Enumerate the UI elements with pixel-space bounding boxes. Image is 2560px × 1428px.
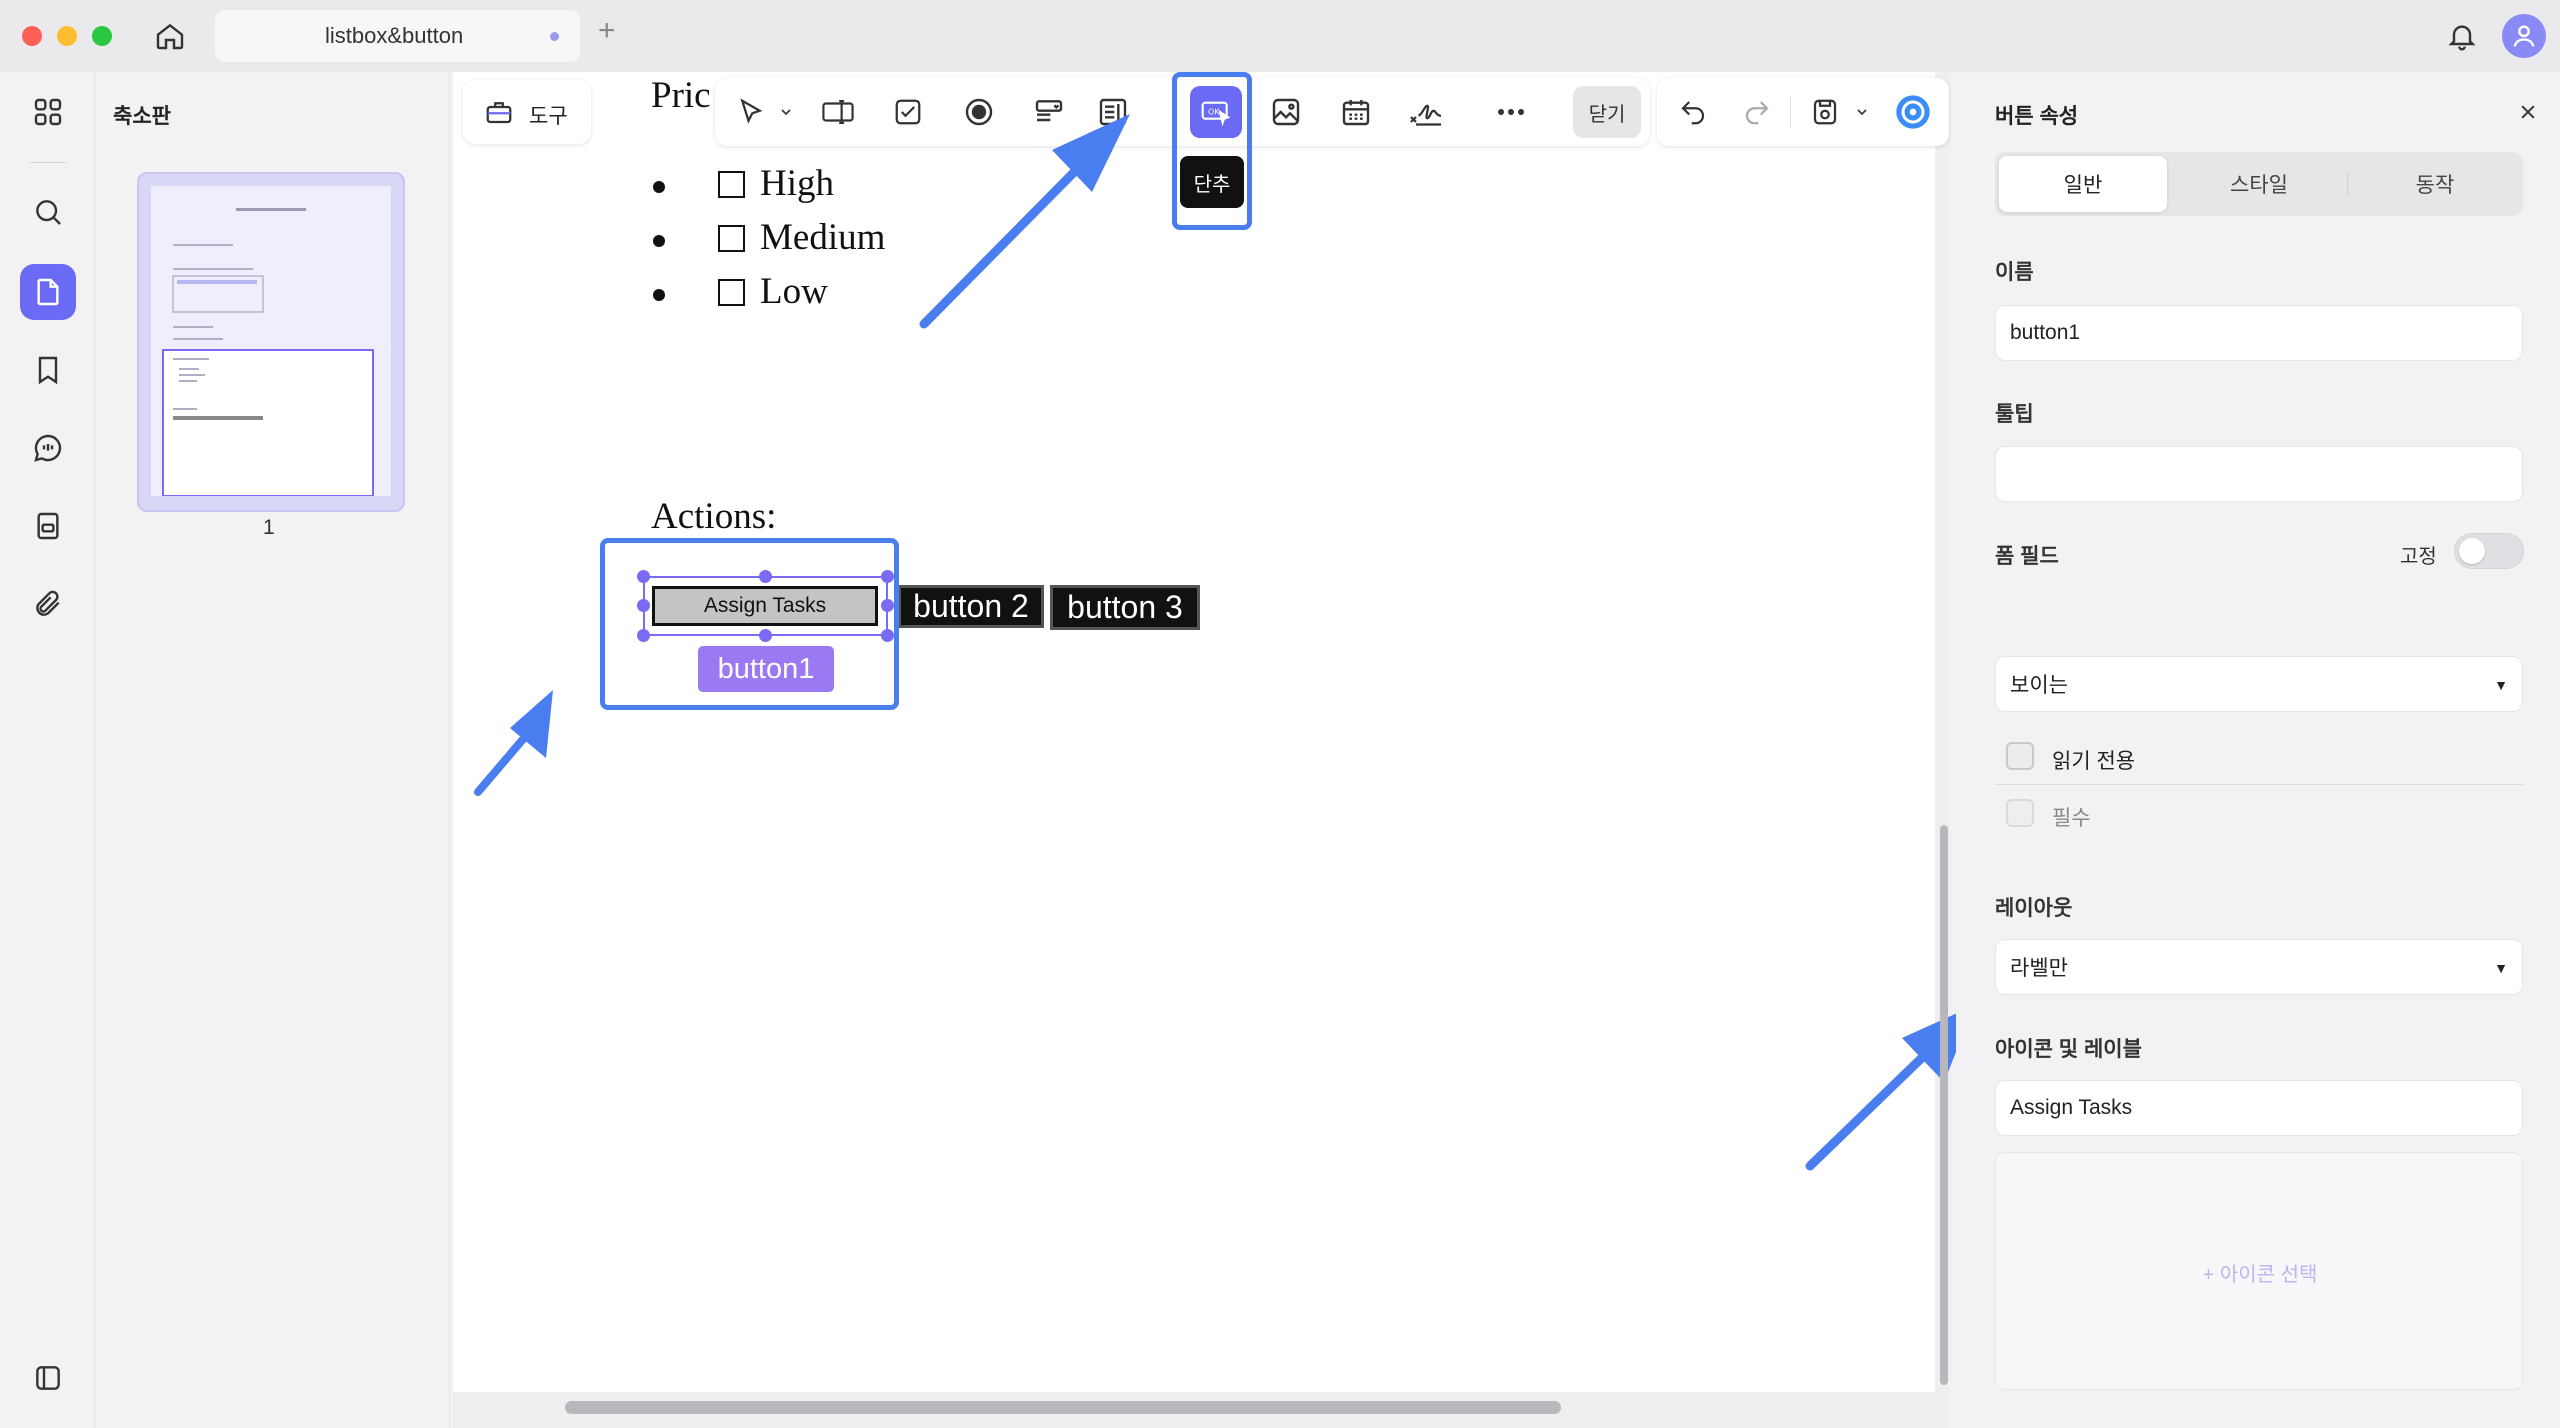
tab-style[interactable]: 스타일 <box>2175 152 2343 216</box>
close-icon[interactable] <box>2510 94 2546 130</box>
name-input[interactable]: button1 <box>1995 305 2523 361</box>
pick-icon-button[interactable]: + 아이콘 선택 <box>1996 1153 2524 1391</box>
visibility-value: 보이는 <box>2010 674 2068 697</box>
label-input[interactable]: Assign Tasks <box>1995 1080 2523 1136</box>
form-field-label: 폼 필드 <box>1995 545 2059 568</box>
tab-actions[interactable]: 동작 <box>2351 152 2519 216</box>
vertical-scrollbar[interactable] <box>1940 825 1948 1385</box>
app-window: listbox&button + 축소판 1 Pric High Medium … <box>0 0 2560 1428</box>
name-label: 이름 <box>1995 261 2034 284</box>
icon-label-section-title: 아이콘 및 레이블 <box>1995 1038 2142 1061</box>
required-label: 필수 <box>2052 807 2091 830</box>
layout-label: 레이아웃 <box>1995 897 2073 920</box>
caret-down-icon: ▼ <box>2494 677 2508 693</box>
lock-label: 고정 <box>2400 546 2437 568</box>
tooltip-label: 툴팁 <box>1995 403 2034 426</box>
tab-general[interactable]: 일반 <box>1999 156 2167 212</box>
visibility-select[interactable]: 보이는 ▼ <box>1995 656 2523 712</box>
horizontal-scrollbar[interactable] <box>565 1401 1561 1414</box>
required-checkbox[interactable] <box>2006 799 2034 827</box>
properties-tabs: 일반 스타일 동작 <box>1995 152 2523 216</box>
properties-title: 버튼 속성 <box>1995 105 2079 128</box>
section-divider <box>1995 784 2523 785</box>
lock-toggle[interactable] <box>2454 533 2524 569</box>
layout-select[interactable]: 라벨만 ▼ <box>1995 939 2523 995</box>
icon-picker-area[interactable]: + 아이콘 선택 <box>1995 1152 2523 1390</box>
caret-down-icon: ▼ <box>2494 960 2508 976</box>
tab-divider <box>2347 172 2348 196</box>
layout-value: 라벨만 <box>2010 957 2068 980</box>
button-properties-panel: 버튼 속성 일반 스타일 동작 이름 button1 툴팁 폼 필드 고정 보이… <box>1956 72 2560 1428</box>
tooltip-input[interactable] <box>1995 446 2523 502</box>
toggle-knob <box>2459 538 2485 564</box>
readonly-label: 읽기 전용 <box>2052 750 2136 773</box>
readonly-checkbox[interactable] <box>2006 742 2034 770</box>
